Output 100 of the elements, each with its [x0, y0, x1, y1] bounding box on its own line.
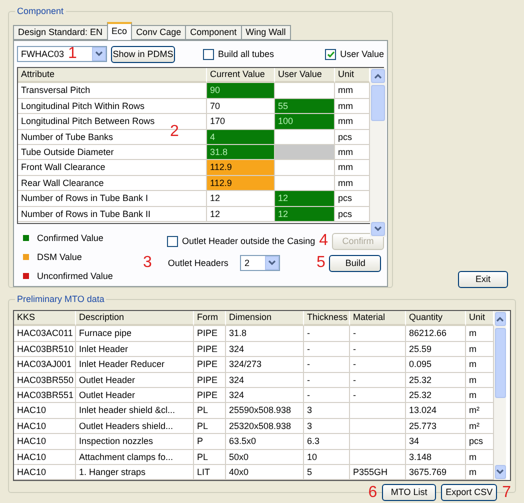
tab[interactable]: Design Standard: EN — [13, 25, 108, 40]
table-cell — [275, 130, 335, 145]
scrollbar-thumb[interactable] — [494, 328, 506, 398]
legend-label: Confirmed Value — [37, 232, 104, 244]
scrollbar-thumb[interactable] — [371, 85, 385, 121]
table-cell: HAC10 — [14, 450, 76, 465]
checkbox-label: Build all tubes — [218, 48, 274, 60]
mto-list-button[interactable]: MTO List — [382, 484, 436, 501]
table-cell: P — [194, 434, 226, 450]
table-cell: 34 — [406, 434, 466, 450]
tab[interactable]: Eco — [106, 22, 132, 40]
table-cell: 170 — [207, 114, 275, 130]
table-cell: 31.8 — [207, 144, 275, 160]
table-cell: HAC03AJ001 — [14, 357, 76, 373]
table-cell: - — [350, 357, 406, 373]
table-cell: 25.32 — [406, 372, 466, 388]
table-cell: 25.32 — [406, 388, 466, 404]
table-cell: - — [350, 326, 406, 342]
table-cell: 12 — [275, 191, 335, 207]
table-cell: PL — [194, 403, 226, 419]
export-csv-button[interactable]: Export CSV — [441, 484, 498, 501]
column-header[interactable]: KKS — [14, 311, 76, 326]
table-cell: m — [466, 326, 494, 342]
table-cell: 90 — [207, 83, 275, 99]
column-header[interactable]: User Value — [275, 68, 335, 84]
column-header[interactable]: Quantity — [406, 311, 466, 326]
table-cell: - — [304, 357, 350, 373]
table-cell: - — [304, 326, 350, 342]
annotation-number: 1 — [68, 46, 77, 62]
table-cell: mm — [335, 114, 370, 130]
column-header[interactable]: Material — [350, 311, 406, 326]
tab[interactable]: Wing Wall — [240, 25, 291, 40]
table-cell — [275, 160, 335, 176]
table-cell: 70 — [207, 98, 275, 114]
table-cell: 50x0 — [226, 450, 304, 465]
column-header[interactable]: Form — [194, 311, 226, 326]
exit-button[interactable]: Exit — [458, 271, 508, 288]
column-header[interactable]: Attribute — [18, 68, 207, 84]
table-cell: - — [350, 342, 406, 358]
checkbox[interactable] — [325, 48, 336, 60]
annotation-number: 5 — [316, 255, 326, 271]
table-cell: 25.59 — [406, 342, 466, 358]
table-cell: Furnace pipe — [76, 326, 194, 342]
legend-label: DSM Value — [37, 251, 82, 263]
table-cell: 324/273 — [226, 357, 304, 373]
table-cell: 112.9 — [207, 176, 275, 192]
table-cell: Rear Wall Clearance — [18, 176, 207, 192]
column-header[interactable]: Unit — [466, 311, 494, 326]
table-cell — [275, 176, 335, 192]
table-cell: 1. Hanger straps — [76, 464, 194, 480]
table-cell: Inlet header shield &cl... — [76, 403, 194, 419]
chevron-down-icon — [95, 51, 103, 57]
component-dropdown[interactable]: FWHAC03 1 — [17, 46, 107, 62]
table-cell: 25320x508.938 — [226, 418, 304, 434]
table-cell: Tube Outside Diameter — [18, 144, 207, 160]
table-cell: - — [350, 372, 406, 388]
table-cell: - — [350, 388, 406, 404]
checkbox[interactable] — [167, 236, 178, 246]
scrollbar[interactable] — [494, 311, 506, 480]
table-cell: Outlet Header — [76, 388, 194, 404]
table-cell: m² — [466, 403, 494, 419]
column-header[interactable]: Current Value — [207, 68, 275, 84]
dropdown-value: 2 — [244, 257, 250, 269]
table-cell — [350, 418, 406, 434]
tab[interactable]: Component — [185, 25, 242, 40]
table-cell: PIPE — [194, 357, 226, 373]
table-cell: 40x0 — [226, 464, 304, 480]
table-cell — [350, 434, 406, 450]
table-cell: 10 — [304, 450, 350, 465]
table-cell: pcs — [335, 206, 370, 222]
checkbox[interactable] — [203, 48, 214, 60]
group-title: Component — [15, 5, 66, 17]
scrollbar[interactable] — [370, 68, 386, 238]
column-header[interactable]: Unit — [335, 68, 370, 84]
table-cell: 12 — [207, 191, 275, 207]
table-cell: mm — [335, 83, 370, 99]
build-button[interactable]: Build — [329, 254, 382, 272]
table-cell: 3.148 — [406, 450, 466, 465]
column-header[interactable]: Description — [76, 311, 194, 326]
table-cell: 112.9 — [207, 160, 275, 176]
table-cell: LIT — [194, 464, 226, 480]
column-header[interactable]: Dimension — [226, 311, 304, 326]
table-cell: 6.3 — [304, 434, 350, 450]
table-cell: 3 — [304, 403, 350, 419]
table-cell: 55 — [275, 98, 335, 114]
table-cell: PL — [194, 418, 226, 434]
table-cell: Inlet Header Reducer — [76, 357, 194, 373]
checkmark-icon — [326, 50, 335, 58]
column-header[interactable]: Thickness — [304, 311, 350, 326]
table-cell: 100 — [275, 114, 335, 130]
table-cell: 31.8 — [226, 326, 304, 342]
table-cell: 5 — [304, 464, 350, 480]
table-cell: 25.773 — [406, 418, 466, 434]
table-cell: Longitudinal Pitch Within Rows — [18, 98, 207, 114]
tab[interactable]: Conv Cage — [131, 25, 186, 40]
chevron-down-icon — [268, 260, 276, 266]
table-cell: PIPE — [194, 326, 226, 342]
table-cell: 324 — [226, 388, 304, 404]
outlet-headers-dropdown[interactable]: 2 — [240, 255, 280, 271]
show-in-pdms-button[interactable]: Show in PDMS — [111, 46, 175, 62]
